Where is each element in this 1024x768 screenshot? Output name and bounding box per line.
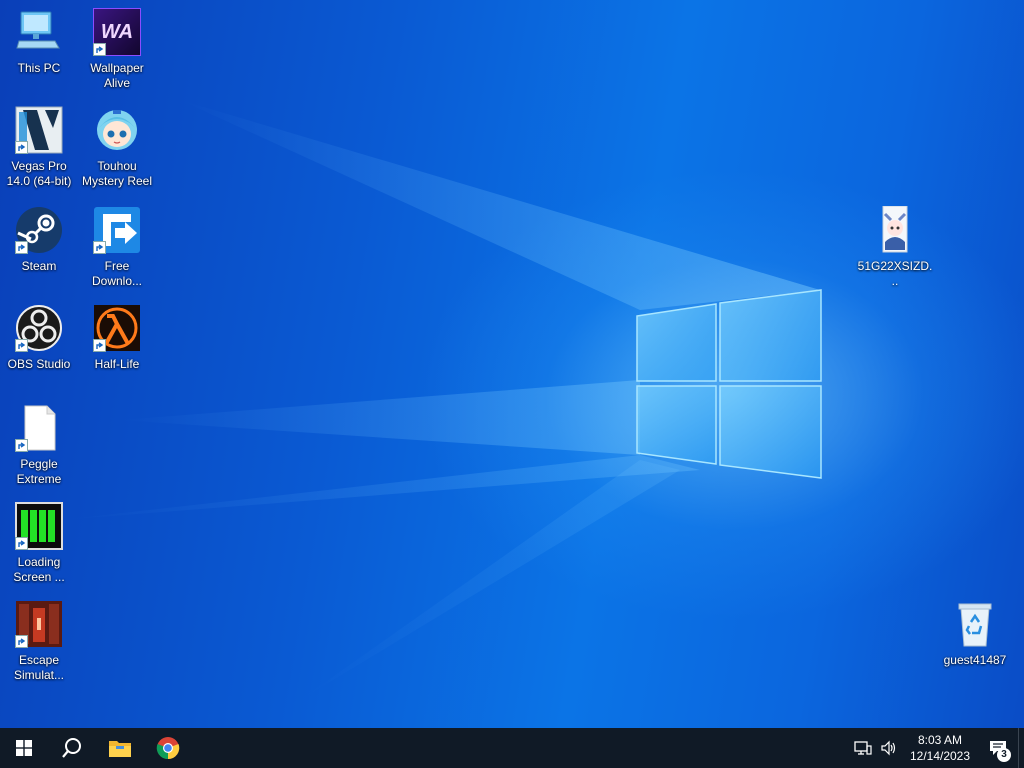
desktop-icon-this-pc[interactable]: This PC — [0, 8, 78, 76]
desktop-icon-image-file[interactable]: 51G22XSIZD... — [856, 205, 934, 289]
desktop-icon-loading-screen[interactable]: Loading Screen ... — [0, 502, 78, 585]
clock-date: 12/14/2023 — [909, 749, 971, 763]
clock[interactable]: 8:03 AM 12/14/2023 — [902, 732, 978, 764]
shortcut-arrow-icon — [93, 241, 106, 254]
network-button[interactable] — [850, 728, 876, 768]
desktop-icon-escape-simulator[interactable]: Escape Simulat... — [0, 600, 78, 683]
taskbar: 8:03 AM 12/14/2023 3 — [0, 728, 1024, 768]
this-pc-icon — [15, 8, 63, 56]
desktop-icon-obs-studio[interactable]: OBS Studio — [0, 304, 78, 372]
recycle-bin-icon — [951, 600, 999, 648]
desktop-icon-free-download-manager[interactable]: Free Downlo... — [78, 206, 156, 289]
wallpaper-alive-icon: WA — [93, 8, 141, 56]
system-tray: 8:03 AM 12/14/2023 3 — [850, 728, 1024, 768]
network-icon — [854, 741, 872, 755]
icon-label: 51G22XSIZD... — [857, 259, 933, 288]
start-button[interactable] — [0, 728, 48, 768]
image-thumbnail-icon — [871, 205, 919, 254]
speaker-icon — [881, 740, 896, 756]
icon-label: Loading Screen ... — [13, 555, 65, 584]
shortcut-arrow-icon — [15, 339, 28, 352]
icon-label: Wallpaper Alive — [90, 61, 144, 90]
icon-label: Free Downlo... — [91, 259, 143, 288]
volume-button[interactable] — [876, 728, 902, 768]
steam-icon — [15, 206, 63, 254]
desktop-icon-touhou-mystery-reel[interactable]: Touhou Mystery Reel — [78, 106, 156, 189]
shortcut-arrow-icon — [93, 43, 106, 56]
search-icon — [62, 738, 81, 758]
desktop-icon-wallpaper-alive[interactable]: WA Wallpaper Alive — [78, 8, 156, 91]
icon-label: Touhou Mystery Reel — [81, 159, 152, 188]
free-download-manager-icon — [93, 206, 141, 254]
desktop-icon-vegas-pro[interactable]: Vegas Pro 14.0 (64-bit) — [0, 106, 78, 189]
icon-label: guest41487 — [943, 653, 1007, 667]
loading-bar-icon — [15, 502, 63, 550]
icon-label: OBS Studio — [7, 357, 71, 371]
chrome-icon — [156, 737, 180, 760]
search-button[interactable] — [48, 728, 96, 768]
desktop-icon-half-life[interactable]: Half-Life — [78, 304, 156, 372]
desktop-icon-peggle-extreme[interactable]: Peggle Extreme — [0, 404, 78, 487]
windows-logo-icon — [16, 740, 32, 756]
shortcut-arrow-icon — [15, 439, 28, 452]
icon-label: Peggle Extreme — [16, 457, 62, 486]
obs-studio-icon — [15, 304, 63, 352]
desktop-icon-recycle-bin[interactable]: guest41487 — [936, 600, 1014, 668]
show-desktop-button[interactable] — [1018, 728, 1024, 768]
file-explorer-button[interactable] — [96, 728, 144, 768]
chrome-button[interactable] — [144, 728, 192, 768]
shortcut-arrow-icon — [15, 635, 28, 648]
desktop[interactable]: This PC WA Wallpaper Alive Vegas Pro 14.… — [0, 0, 1024, 728]
half-life-lambda-icon — [93, 304, 141, 352]
shortcut-arrow-icon — [15, 537, 28, 550]
shortcut-arrow-icon — [93, 339, 106, 352]
shortcut-arrow-icon — [15, 241, 28, 254]
icon-label: Steam — [21, 259, 57, 273]
folder-icon — [109, 741, 131, 757]
touhou-character-icon — [93, 106, 141, 154]
vegas-pro-icon — [15, 106, 63, 154]
clock-time: 8:03 AM — [917, 733, 963, 747]
icon-label: Half-Life — [94, 357, 140, 371]
icon-label: Escape Simulat... — [13, 653, 64, 682]
blank-file-icon — [15, 404, 63, 452]
action-center-button[interactable]: 3 — [978, 728, 1018, 768]
icon-label: Vegas Pro 14.0 (64-bit) — [6, 159, 72, 188]
shortcut-arrow-icon — [15, 141, 28, 154]
escape-simulator-door-icon — [15, 600, 63, 648]
icon-label: This PC — [17, 61, 61, 75]
notification-count-badge: 3 — [997, 748, 1011, 762]
desktop-icon-steam[interactable]: Steam — [0, 206, 78, 274]
